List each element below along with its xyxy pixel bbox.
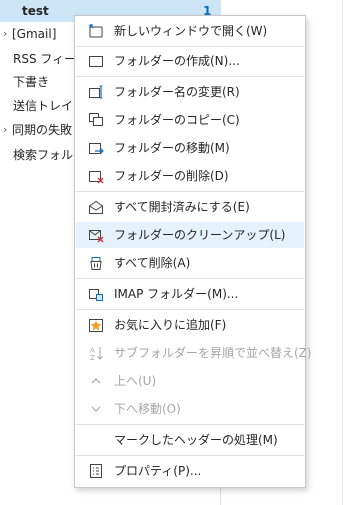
sort-az-icon: A Z	[90, 347, 103, 361]
folder-label: test	[22, 4, 49, 18]
folder-label: 下書き	[13, 75, 50, 89]
menu-item-label: フォルダー名の変更(R)	[114, 85, 240, 99]
menu-item-label: プロパティ(P)...	[114, 464, 202, 478]
menu-item-label: 新しいウィンドウで開く(W)	[114, 24, 268, 38]
folder-label: 同期の失敗	[12, 123, 73, 137]
menu-item-properties[interactable]: プロパティ(P)...	[76, 458, 304, 484]
menu-separator	[76, 191, 304, 192]
folder-item-search-folders[interactable]: 検索フォルダー	[0, 144, 74, 166]
properties-icon	[90, 464, 102, 478]
new-window-icon	[89, 24, 103, 38]
menu-item-label: サブフォルダーを昇順で並べ替え(Z)	[114, 346, 312, 360]
cleanup-folder-icon	[89, 230, 104, 243]
menu-item-imap-folders[interactable]: IMAP フォルダー(M)...	[76, 281, 304, 307]
menu-item-label: フォルダーの作成(N)...	[114, 54, 240, 68]
chevron-right-icon[interactable]: ›	[3, 23, 11, 45]
new-folder-icon	[89, 56, 103, 67]
menu-item-copy-folder[interactable]: フォルダーのコピー(C)	[76, 107, 304, 133]
mark-read-icon	[89, 200, 103, 214]
folder-item-sync-issues[interactable]: › 同期の失敗	[0, 119, 74, 141]
rename-folder-icon	[89, 85, 103, 99]
menu-separator	[76, 455, 304, 456]
menu-item-cleanup-folder[interactable]: フォルダーのクリーンアップ(L)	[76, 222, 304, 248]
chevron-down-icon	[91, 406, 101, 412]
folder-label: RSS フィード	[13, 52, 74, 66]
menu-item-rename-folder[interactable]: フォルダー名の変更(R)	[76, 79, 304, 105]
menu-item-mark-all-read[interactable]: すべて開封済みにする(E)	[76, 194, 304, 220]
folder-context-menu: 新しいウィンドウで開く(W) フォルダーの作成(N)... フォルダー名の変更(…	[74, 15, 312, 488]
menu-item-label: お気に入りに追加(F)	[114, 318, 227, 332]
menu-item-process-marked-headers[interactable]: マークしたヘッダーの処理(M)	[76, 427, 304, 453]
scrollbar-track[interactable]	[342, 0, 353, 505]
menu-item-open-new-window[interactable]: 新しいウィンドウで開く(W)	[76, 18, 304, 44]
menu-item-label: すべて削除(A)	[114, 256, 191, 270]
menu-item-label: 下へ移動(O)	[114, 402, 181, 416]
delete-all-icon	[90, 257, 102, 270]
menu-separator	[76, 424, 304, 425]
menu-separator	[76, 278, 304, 279]
menu-separator	[76, 76, 304, 77]
menu-item-label: マークしたヘッダーの処理(M)	[114, 433, 278, 447]
menu-item-delete-all[interactable]: すべて削除(A)	[76, 250, 304, 276]
folder-label: 送信トレイ	[13, 99, 74, 113]
menu-item-move-down[interactable]: 下へ移動(O)	[76, 396, 304, 422]
menu-separator	[76, 46, 304, 47]
folder-item-gmail[interactable]: › [Gmail]	[0, 23, 74, 45]
folder-label: 検索フォルダー	[13, 148, 74, 162]
favorite-icon	[89, 319, 103, 332]
menu-item-move-up[interactable]: 上へ(U)	[76, 368, 304, 394]
folder-label: [Gmail]	[12, 27, 57, 41]
menu-item-add-favorite[interactable]: お気に入りに追加(F)	[76, 312, 304, 338]
menu-item-label: フォルダーのクリーンアップ(L)	[114, 228, 286, 242]
delete-folder-icon	[89, 171, 104, 184]
menu-item-label: すべて開封済みにする(E)	[114, 200, 250, 214]
folder-item-drafts[interactable]: 下書き	[0, 71, 74, 93]
menu-item-label: 上へ(U)	[114, 374, 157, 388]
menu-item-label: IMAP フォルダー(M)...	[114, 287, 239, 301]
menu-item-create-folder[interactable]: フォルダーの作成(N)...	[76, 48, 304, 74]
chevron-right-icon[interactable]: ›	[3, 119, 11, 141]
menu-item-sort-subfolders[interactable]: A Z サブフォルダーを昇順で並べ替え(Z)	[76, 340, 312, 366]
copy-folder-icon	[89, 113, 103, 126]
folder-item-rss[interactable]: RSS フィード	[0, 48, 74, 70]
menu-separator	[76, 309, 304, 310]
svg-text:Z: Z	[90, 354, 95, 361]
imap-folder-icon	[89, 289, 103, 301]
menu-item-delete-folder[interactable]: フォルダーの削除(D)	[76, 163, 304, 189]
menu-item-label: フォルダーのコピー(C)	[114, 113, 240, 127]
chevron-up-icon	[91, 378, 101, 384]
move-folder-icon	[89, 143, 104, 154]
folder-item-outbox[interactable]: 送信トレイ	[0, 95, 74, 117]
menu-item-label: フォルダーの移動(M)	[114, 141, 230, 155]
menu-item-move-folder[interactable]: フォルダーの移動(M)	[76, 135, 304, 161]
menu-item-label: フォルダーの削除(D)	[114, 169, 229, 183]
